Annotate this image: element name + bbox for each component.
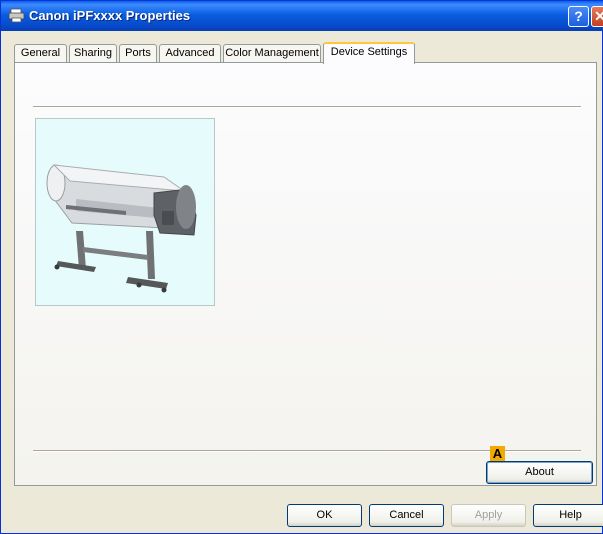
- close-icon: ✕: [594, 8, 603, 24]
- printer-app-icon: [8, 8, 25, 23]
- help-titlebar-button[interactable]: ?: [568, 6, 589, 27]
- ok-button[interactable]: OK: [287, 504, 362, 527]
- tab-general[interactable]: General: [14, 44, 67, 62]
- help-button[interactable]: Help: [533, 504, 603, 527]
- tab-color-management[interactable]: Color Management: [223, 44, 321, 62]
- apply-button[interactable]: Apply: [451, 504, 526, 527]
- properties-dialog: Canon iPFxxxx Properties ? ✕ General Sha…: [0, 0, 603, 534]
- title-bar[interactable]: Canon iPFxxxx Properties ? ✕: [1, 1, 603, 31]
- window-title: Canon iPFxxxx Properties: [29, 8, 191, 23]
- printer-image: [35, 118, 215, 306]
- tab-sharing[interactable]: Sharing: [69, 44, 117, 62]
- question-icon: ?: [574, 8, 583, 24]
- callout-badge: A: [490, 446, 505, 461]
- close-button[interactable]: ✕: [591, 6, 603, 27]
- device-settings-panel: A About: [14, 62, 597, 486]
- about-button[interactable]: About: [486, 461, 593, 484]
- tab-advanced[interactable]: Advanced: [159, 44, 221, 62]
- tab-device-settings[interactable]: Device Settings: [323, 42, 415, 64]
- large-format-printer-illustration: [46, 164, 197, 293]
- top-separator: [33, 106, 581, 108]
- tab-ports[interactable]: Ports: [119, 44, 157, 62]
- cancel-button[interactable]: Cancel: [369, 504, 444, 527]
